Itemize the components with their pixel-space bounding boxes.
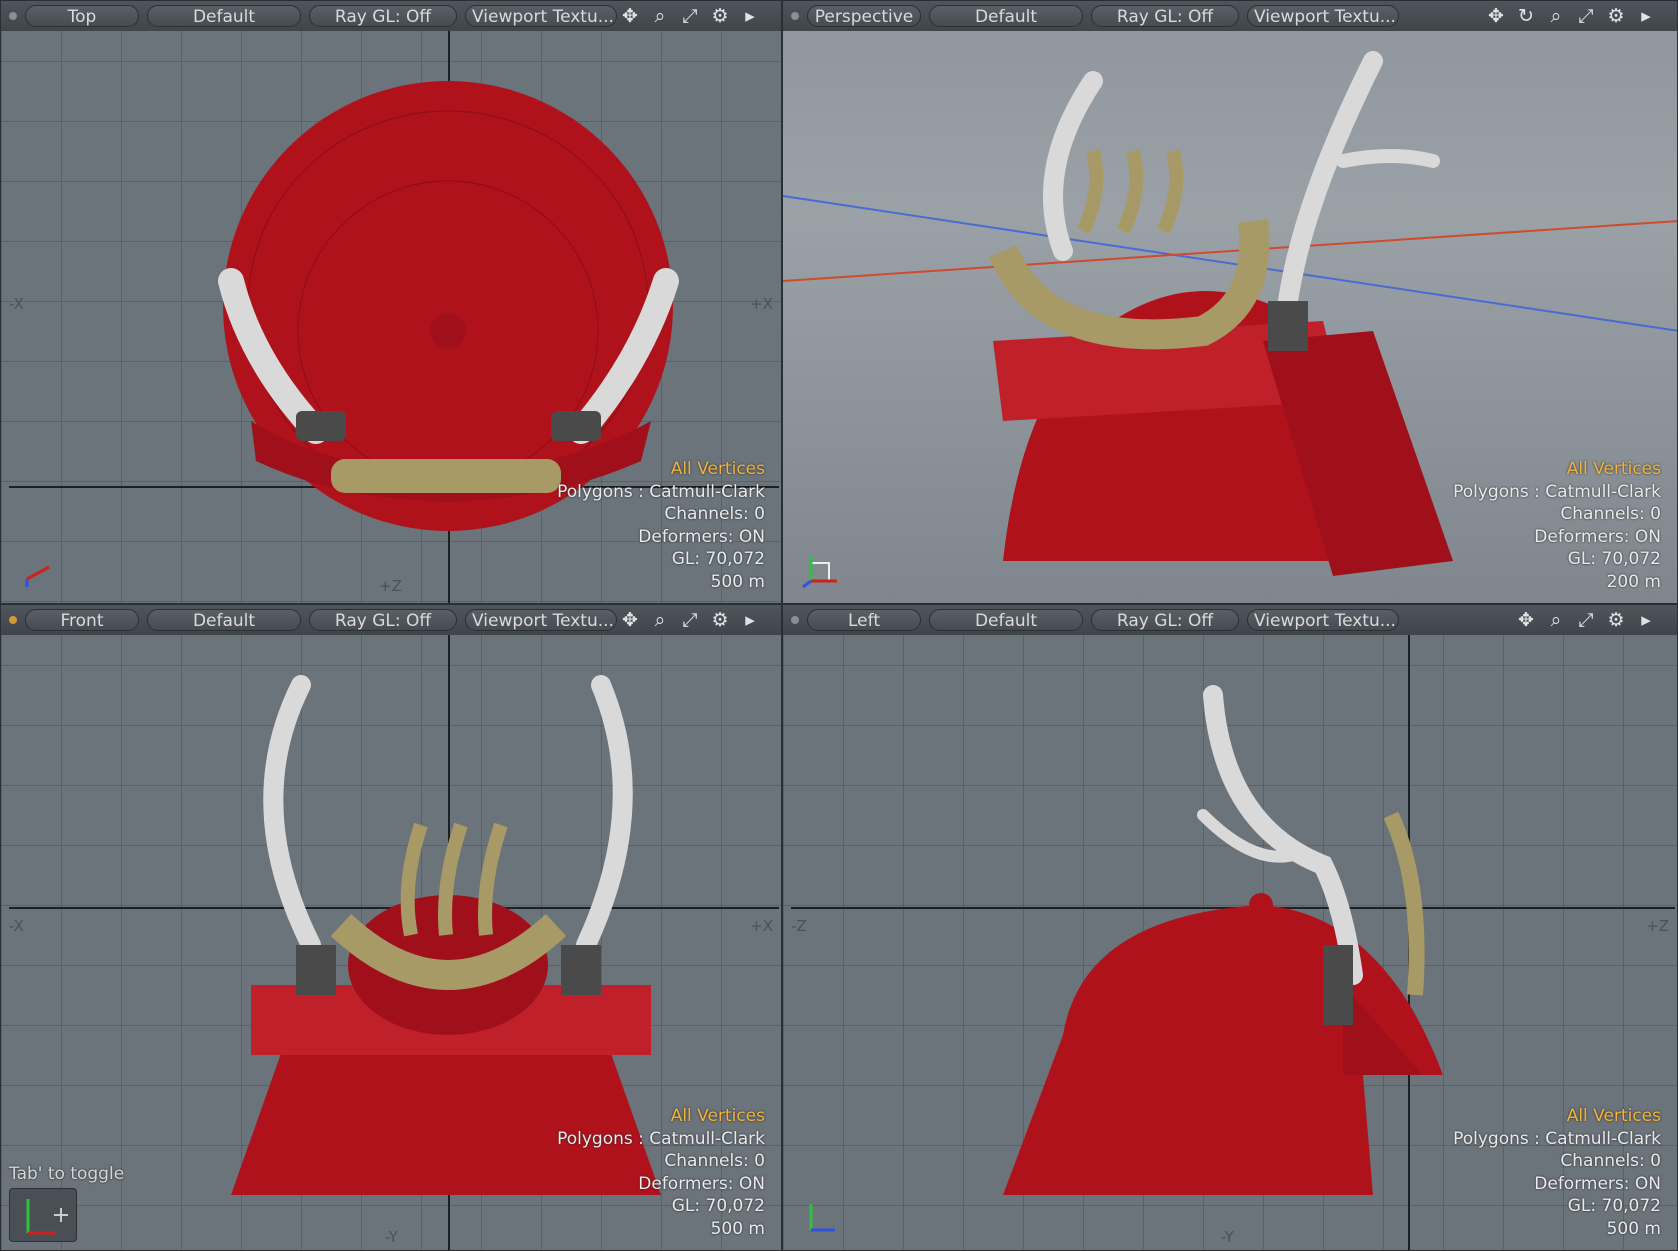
viewport-icons: ✥ ⌕ ⤢ ⚙ ▸ [619, 5, 761, 27]
gear-icon[interactable]: ⚙ [1605, 5, 1627, 27]
maximize-icon[interactable]: ⤢ [679, 5, 701, 27]
raygl-dropdown[interactable]: Ray GL: Off [309, 5, 457, 27]
viewport-toolbar: Perspective Default Ray GL: Off Viewport… [783, 1, 1677, 31]
view-type-dropdown[interactable]: Left [807, 609, 921, 631]
raygl-dropdown[interactable]: Ray GL: Off [309, 609, 457, 631]
pan-icon[interactable]: ✥ [1485, 5, 1507, 27]
rotate-icon[interactable]: ↻ [1515, 5, 1537, 27]
shading-dropdown[interactable]: Default [147, 5, 301, 27]
gear-icon[interactable]: ⚙ [709, 609, 731, 631]
selection-mode: All Vertices [1566, 459, 1661, 479]
viewport-top[interactable]: -X +X +Z Top Default Ray GL: Off Viewpor… [0, 0, 782, 604]
gl-info: GL: 70,072 [1567, 549, 1661, 569]
viewport-info: All Vertices Polygons : Catmull-Clark Ch… [1453, 1105, 1661, 1240]
scale-info: 500 m [710, 571, 765, 592]
selection-mode: All Vertices [1566, 1106, 1661, 1126]
pan-icon[interactable]: ✥ [1515, 609, 1537, 631]
zoom-icon[interactable]: ⌕ [649, 609, 671, 631]
raygl-dropdown[interactable]: Ray GL: Off [1091, 609, 1239, 631]
channels-info: Channels: 0 [1560, 504, 1661, 524]
viewport-icons: ✥ ⌕ ⤢ ⚙ ▸ [1515, 609, 1657, 631]
viewport-toolbar: Front Default Ray GL: Off Viewport Textu… [1, 605, 781, 635]
deformers-info: Deformers: ON [638, 526, 765, 547]
polygon-info: Polygons : Catmull-Clark [557, 481, 765, 502]
deformers-info: Deformers: ON [1534, 1173, 1661, 1194]
shading-dropdown[interactable]: Default [929, 609, 1083, 631]
viewport-grid: -X +X +Z Top Default Ray GL: Off Viewpor… [0, 0, 1678, 1251]
viewport-icons: ✥ ⌕ ⤢ ⚙ ▸ [619, 609, 761, 631]
scale-info: 500 m [1606, 1218, 1661, 1239]
tab-toggle-hint: Tab' to toggle [9, 1164, 125, 1184]
selection-mode: All Vertices [670, 459, 765, 479]
scale-info: 200 m [1606, 571, 1661, 592]
pan-icon[interactable]: ✥ [619, 5, 641, 27]
channels-info: Channels: 0 [664, 504, 765, 524]
shading-dropdown[interactable]: Default [929, 5, 1083, 27]
shading-dropdown[interactable]: Default [147, 609, 301, 631]
polygon-info: Polygons : Catmull-Clark [557, 1128, 765, 1149]
axis-gizmo-icon [25, 565, 50, 587]
gear-icon[interactable]: ⚙ [709, 5, 731, 27]
view-type-dropdown[interactable]: Top [25, 5, 139, 27]
viewport-info: All Vertices Polygons : Catmull-Clark Ch… [557, 1105, 765, 1240]
viewport-indicator[interactable] [791, 12, 799, 20]
gl-info: GL: 70,072 [671, 1196, 765, 1216]
scale-info: 500 m [710, 1218, 765, 1239]
maximize-icon[interactable]: ⤢ [1575, 609, 1597, 631]
raygl-dropdown[interactable]: Ray GL: Off [1091, 5, 1239, 27]
viewport-indicator[interactable] [791, 616, 799, 624]
gear-icon[interactable]: ⚙ [1605, 609, 1627, 631]
polygon-info: Polygons : Catmull-Clark [1453, 1128, 1661, 1149]
chevron-right-icon[interactable]: ▸ [1635, 609, 1657, 631]
polygon-info: Polygons : Catmull-Clark [1453, 481, 1661, 502]
viewport-perspective[interactable]: Perspective Default Ray GL: Off Viewport… [782, 0, 1678, 604]
axis-gizmo-icon [809, 1204, 835, 1232]
gl-info: GL: 70,072 [671, 549, 765, 569]
channels-info: Channels: 0 [664, 1151, 765, 1171]
viewport-style-dropdown[interactable]: Viewport Textu... [465, 5, 617, 27]
zoom-icon[interactable]: ⌕ [649, 5, 671, 27]
viewport-info: All Vertices Polygons : Catmull-Clark Ch… [1453, 458, 1661, 593]
viewport-indicator[interactable] [9, 12, 17, 20]
zoom-icon[interactable]: ⌕ [1545, 609, 1567, 631]
viewport-left[interactable]: -Z +Z -Y Left Default Ray GL: Off Viewpo… [782, 604, 1678, 1251]
viewport-style-dropdown[interactable]: Viewport Textu... [1247, 609, 1399, 631]
maximize-icon[interactable]: ⤢ [1575, 5, 1597, 27]
viewport-toolbar: Top Default Ray GL: Off Viewport Textu..… [1, 1, 781, 31]
selection-mode: All Vertices [670, 1106, 765, 1126]
axis-gizmo-icon [26, 1199, 68, 1235]
pan-icon[interactable]: ✥ [619, 609, 641, 631]
view-type-dropdown[interactable]: Perspective [807, 5, 921, 27]
deformers-info: Deformers: ON [1534, 526, 1661, 547]
gl-info: GL: 70,072 [1567, 1196, 1661, 1216]
axis-gizmo-icon [802, 555, 837, 589]
viewport-icons: ✥ ↻ ⌕ ⤢ ⚙ ▸ [1485, 5, 1657, 27]
view-type-dropdown[interactable]: Front [25, 609, 139, 631]
viewport-toolbar: Left Default Ray GL: Off Viewport Textu.… [783, 605, 1677, 635]
chevron-right-icon[interactable]: ▸ [739, 5, 761, 27]
deformers-info: Deformers: ON [638, 1173, 765, 1194]
chevron-right-icon[interactable]: ▸ [1635, 5, 1657, 27]
viewport-front[interactable]: -X +X -Y Front Default Ray GL: Off Viewp… [0, 604, 782, 1251]
viewport-style-dropdown[interactable]: Viewport Textu... [1247, 5, 1399, 27]
channels-info: Channels: 0 [1560, 1151, 1661, 1171]
viewport-style-dropdown[interactable]: Viewport Textu... [465, 609, 617, 631]
viewport-indicator[interactable] [9, 616, 17, 624]
work-plane-toggle[interactable] [9, 1188, 77, 1242]
chevron-right-icon[interactable]: ▸ [739, 609, 761, 631]
zoom-icon[interactable]: ⌕ [1545, 5, 1567, 27]
maximize-icon[interactable]: ⤢ [679, 609, 701, 631]
viewport-info: All Vertices Polygons : Catmull-Clark Ch… [557, 458, 765, 593]
